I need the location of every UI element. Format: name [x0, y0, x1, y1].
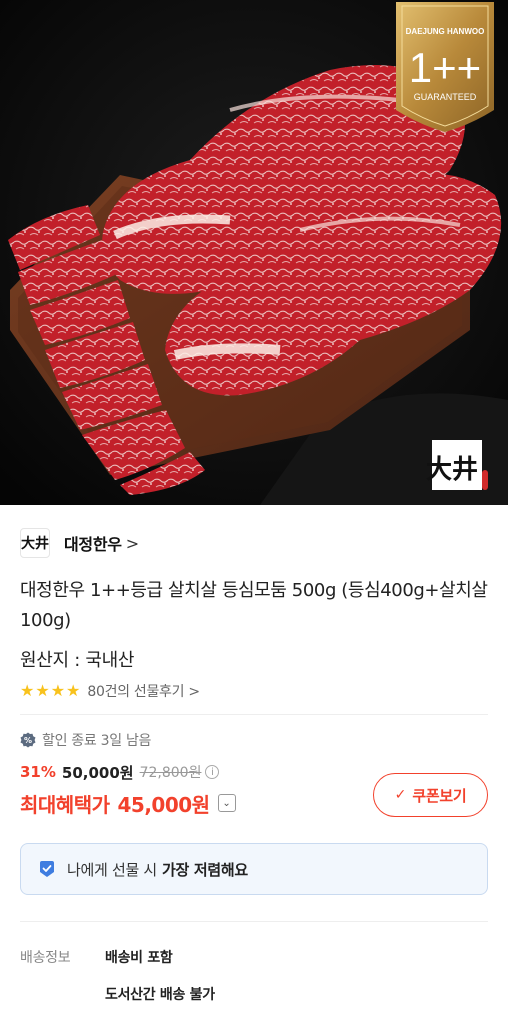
coupon-button-label: 쿠폰보기 [412, 786, 467, 805]
review-link[interactable]: 80건의 선물후기 > [87, 681, 200, 701]
store-logo: 大井 [20, 528, 50, 558]
max-benefit-label: 최대혜택가 [20, 792, 110, 817]
max-benefit-row[interactable]: 최대혜택가 45,000원 ⌄ [20, 788, 236, 818]
svg-text:1++: 1++ [409, 44, 481, 91]
svg-text:DAEJUNG HANWOO: DAEJUNG HANWOO [406, 27, 485, 36]
shipping-label: 배송정보 [20, 950, 71, 966]
store-name: 대정한우 [64, 535, 122, 554]
star-icon: ★ [20, 681, 35, 700]
discount-rate: 31% [20, 763, 56, 781]
price-row: 31% 50,000원 72,800원 i [20, 761, 220, 783]
coupon-button[interactable]: ✓ 쿠폰보기 [373, 773, 488, 817]
product-origin: 원산지 : 국내산 [20, 650, 135, 671]
star-icon: ★ [66, 681, 81, 700]
svg-text:大井: 大井 [426, 455, 478, 485]
gift-banner-strong: 가장 저렴해요 [161, 860, 248, 879]
shipping-fee-info: 배송비 포함 [105, 950, 173, 966]
sale-notice: % 할인 종료 3일 남음 [20, 729, 151, 751]
store-link[interactable]: 大井 대정한우 > [20, 527, 139, 559]
product-hero-image[interactable]: DAEJUNG HANWOO 1++ GUARANTEED 大井 [0, 0, 508, 505]
brand-mark: 大井 [426, 440, 488, 490]
svg-text:%: % [24, 736, 32, 745]
chevron-right-icon: > [125, 533, 140, 553]
sale-end-text: 할인 종료 3일 남음 [42, 733, 152, 749]
max-benefit-price: 45,000원 [117, 792, 211, 817]
divider [20, 714, 488, 715]
check-icon: ✓ [394, 787, 407, 803]
gift-tag-icon [40, 861, 54, 877]
grade-badge: DAEJUNG HANWOO 1++ GUARANTEED [396, 2, 494, 132]
svg-text:GUARANTEED: GUARANTEED [414, 92, 477, 102]
sale-badge-icon: % [20, 732, 36, 748]
rating-row[interactable]: ★ ★ ★ ★ 80건의 선물후기 > [20, 681, 200, 701]
product-title: 대정한우 1++등급 살치살 등심모둠 500g (등심400g+살치살100g… [20, 580, 488, 631]
original-price: 72,800원 [139, 765, 202, 781]
gift-banner-text: 나에게 선물 시 [67, 860, 157, 879]
gift-price-banner: 나에게 선물 시 가장 저렴해요 [20, 843, 488, 895]
info-icon[interactable]: i [205, 765, 220, 779]
divider [20, 921, 488, 922]
rating-stars: ★ ★ ★ ★ [20, 683, 81, 699]
sale-price: 50,000원 [61, 763, 134, 782]
star-icon: ★ [35, 681, 50, 700]
shipping-restriction: 도서산간 배송 불가 [105, 987, 215, 1003]
star-icon: ★ [50, 681, 66, 700]
product-photo: DAEJUNG HANWOO 1++ GUARANTEED 大井 [0, 0, 508, 505]
chevron-down-icon[interactable]: ⌄ [217, 794, 236, 812]
